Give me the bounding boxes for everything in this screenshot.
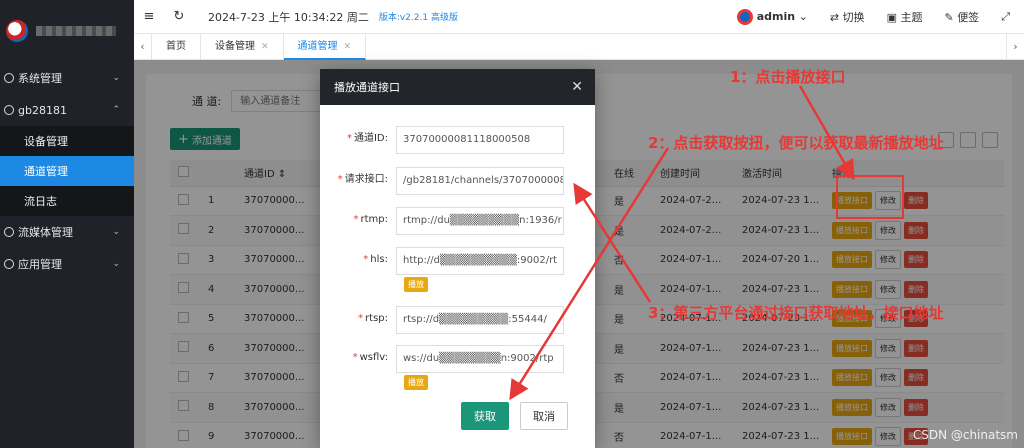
media-icon [4,227,14,237]
annotation-step2: 2：点击获取按扭，便可以获取最新播放地址 [648,134,944,152]
close-icon[interactable]: ✕ [261,42,269,52]
dialog-header: 播放通道接口 ✕ [320,69,595,105]
menu-toggle-icon[interactable]: ≡ [134,9,164,24]
tab-bar: ‹ 首页 设备管理 ✕ 通道管理 ✕ › [134,33,1024,60]
gear-icon [4,73,14,83]
gb-icon [4,105,14,115]
annotation-step1: 1：点击播放接口 [730,68,846,86]
tab-home[interactable]: 首页 [152,33,201,60]
cancel-button[interactable]: 取消 [520,402,568,430]
play-interface-highlight [836,175,904,219]
chevron-up-icon: ⌃ [112,105,120,115]
field-rtsp: * rtsp: rtsp://d▒▒▒▒▒▒▒▒▒:55444/ [320,306,595,334]
chevron-down-icon: ⌄ [112,259,120,269]
note-button[interactable]: ✎ 便签 [944,9,979,25]
fullscreen-icon[interactable]: ⤢ [1001,10,1010,24]
play-channel-dialog: 播放通道接口 ✕ * 通道ID: 37070000081118000508 * 请求… [320,69,595,448]
rtsp-input[interactable]: rtsp://d▒▒▒▒▒▒▒▒▒:55444/ [396,306,564,334]
sidebar-sub-streamlog[interactable]: 流日志 [0,186,134,216]
sidebar-item-app[interactable]: 应用管理 ⌄ [0,248,134,280]
theme-button[interactable]: ▣ 主题 [887,9,923,25]
sidebar: 系统管理 ⌄ gb28181 ⌃ 设备管理 通道管理 流日志 流媒体管理 ⌄ 应… [0,0,134,448]
close-icon[interactable]: ✕ [344,42,352,52]
clock: 2024-7-23 上午 10:34:22 周二 [208,10,369,24]
sidebar-sub-device[interactable]: 设备管理 [0,126,134,156]
pen-icon: ✎ [944,10,954,24]
chevron-down-icon: ⌄ [798,9,808,23]
chevron-down-icon: ⌄ [112,227,120,237]
channel-id-input[interactable]: 37070000081118000508 [396,126,564,154]
field-wsflv: * wsflv: ws://du▒▒▒▒▒▒▒▒n:9002/rtp [320,345,595,373]
annotation-step3: 3：第三方平台通过接口获取地址，接口地址 [648,304,944,322]
tab-scroll-right-icon[interactable]: › [1006,33,1024,60]
close-icon[interactable]: ✕ [571,79,583,95]
tab-channel[interactable]: 通道管理 ✕ [283,33,367,60]
rtmp-input[interactable]: rtmp://du▒▒▒▒▒▒▒▒▒n:1936/r [396,207,564,235]
logo-text-blurred [36,26,116,36]
theme-icon: ▣ [886,10,897,24]
request-api-input[interactable]: /gb28181/channels/37070000081 [396,167,564,195]
watermark: CSDN @chinatsm [912,428,1018,442]
sidebar-item-media[interactable]: 流媒体管理 ⌄ [0,216,134,248]
hls-input[interactable]: http://d▒▒▒▒▒▒▒▒▒▒:9002/rt [396,247,564,275]
field-rtmp: * rtmp: rtmp://du▒▒▒▒▒▒▒▒▒n:1936/r [320,207,595,235]
hls-play-button[interactable]: 播放 [404,277,428,292]
dialog-title: 播放通道接口 [334,81,400,94]
field-hls: * hls: http://d▒▒▒▒▒▒▒▒▒▒:9002/rt [320,247,595,275]
get-button[interactable]: 获取 [461,402,509,430]
logo-icon [6,20,28,42]
user-menu[interactable]: admin ⌄ [736,8,808,25]
field-request-api: * 请求接口: /gb28181/channels/37070000081 [320,167,595,195]
tab-device[interactable]: 设备管理 ✕ [201,33,284,60]
field-channel-id: * 通道ID: 37070000081118000508 [320,126,595,154]
topbar: ≡ ↻ 2024-7-23 上午 10:34:22 周二 版本:v2.2.1 高… [134,0,1024,34]
app-icon [4,259,14,269]
refresh-icon[interactable]: ↻ [164,9,194,24]
switch-button[interactable]: ⇄ 切换 [830,9,865,25]
sidebar-item-gb28181[interactable]: gb28181 ⌃ [0,94,134,126]
sidebar-item-system[interactable]: 系统管理 ⌄ [0,62,134,94]
tab-scroll-left-icon[interactable]: ‹ [134,33,152,60]
chevron-down-icon: ⌄ [112,73,120,83]
avatar [736,8,753,25]
switch-icon: ⇄ [829,10,840,24]
wsflv-input[interactable]: ws://du▒▒▒▒▒▒▒▒n:9002/rtp [396,345,564,373]
version-label: 版本:v2.2.1 高级版 [378,13,458,23]
logo [0,0,134,62]
sidebar-sub-channel[interactable]: 通道管理 [0,156,134,186]
wsflv-play-button[interactable]: 播放 [404,375,428,390]
